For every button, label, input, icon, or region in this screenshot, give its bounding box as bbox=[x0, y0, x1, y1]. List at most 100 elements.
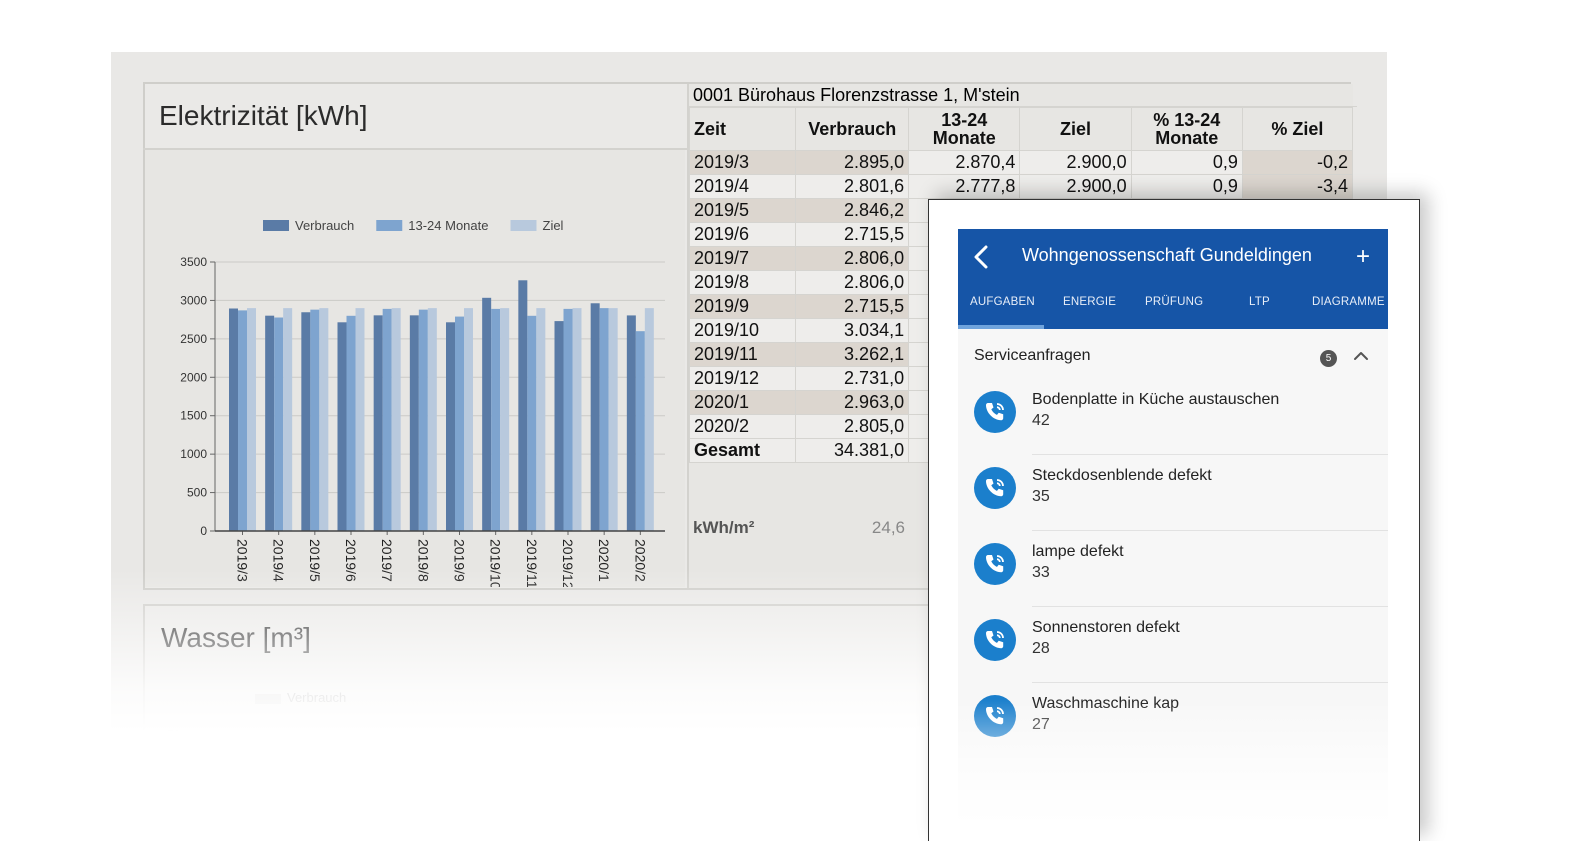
bar-verbrauch bbox=[446, 322, 455, 531]
chart-svg: Verbrauch 13-24 Monate Ziel 0 500 1000 1500 200… bbox=[180, 218, 665, 587]
row-period: 2020/2 bbox=[688, 414, 797, 439]
row-period: 2019/3 bbox=[688, 150, 797, 175]
request-number: 27 bbox=[1032, 716, 1050, 733]
tab-pruefung[interactable]: PRÜFUNG bbox=[1145, 296, 1203, 308]
tab-ltp[interactable]: LTP bbox=[1249, 296, 1270, 308]
request-title: Steckdosenblende defekt bbox=[1032, 467, 1212, 484]
water-legend-label: Verbrauch bbox=[287, 690, 347, 705]
water-y-tick: 50 bbox=[167, 728, 180, 732]
bar-ziel bbox=[464, 308, 473, 531]
row-value: -0,2 bbox=[1241, 150, 1354, 175]
bar-verbrauch bbox=[626, 315, 636, 531]
property-name: 0001 Bürohaus Florenzstrasse 1, M'stein bbox=[689, 84, 1357, 107]
bar-13-24-monate bbox=[635, 331, 645, 531]
row-value: 2.870,4 bbox=[908, 150, 1021, 175]
row-value: 0,9 bbox=[1130, 150, 1243, 175]
bar-13-24-monate bbox=[599, 308, 609, 531]
bar-verbrauch bbox=[482, 297, 492, 531]
water-title: Wasser [m³] bbox=[161, 622, 311, 653]
col-header-verbrauch: Verbrauch bbox=[795, 107, 910, 151]
bar-verbrauch bbox=[337, 322, 347, 531]
legend-swatch bbox=[376, 220, 403, 231]
request-title: Sonnenstoren defekt bbox=[1032, 619, 1180, 636]
row-period: 2019/12 bbox=[688, 366, 797, 391]
x-tick-label: 2019/11 bbox=[524, 539, 540, 587]
y-tick-label: 3000 bbox=[180, 293, 207, 307]
tab-energie[interactable]: ENERGIE bbox=[1063, 296, 1116, 308]
mobile-app: Wohngenossenschaft Gundeldingen + AUFGAB… bbox=[958, 229, 1388, 841]
x-tick-label: 2019/10 bbox=[488, 539, 504, 587]
service-request-item[interactable]: Sonnenstoren defekt 28 bbox=[958, 607, 1388, 683]
row-period: 2019/5 bbox=[688, 198, 797, 223]
app-title: Wohngenossenschaft Gundeldingen bbox=[1022, 245, 1312, 265]
x-tick-label: 2019/3 bbox=[235, 539, 251, 582]
request-number: 33 bbox=[1032, 564, 1050, 581]
row-period: 2019/9 bbox=[688, 294, 797, 319]
legend-label: Ziel bbox=[543, 218, 564, 233]
table-header-row: Zeit Verbrauch 13-24 Monate Ziel % 13-24… bbox=[688, 107, 1354, 151]
col-header-pct-13-24: % 13-24 Monate bbox=[1130, 107, 1243, 151]
bar-13-24-monate bbox=[382, 308, 392, 531]
back-arrow-icon[interactable] bbox=[970, 243, 994, 271]
bar-ziel bbox=[572, 308, 582, 531]
service-requests-header[interactable]: Serviceanfragen 5 bbox=[958, 345, 1388, 371]
request-number: 35 bbox=[1032, 488, 1050, 505]
y-tick-label: 2500 bbox=[180, 332, 207, 346]
bar-13-24-monate bbox=[455, 316, 464, 531]
bar-ziel bbox=[500, 308, 510, 531]
row-value: -3,4 bbox=[1241, 174, 1354, 199]
row-value: 2.900,0 bbox=[1019, 174, 1132, 199]
section-title: Serviceanfragen bbox=[974, 347, 1091, 364]
row-period: 2019/4 bbox=[688, 174, 797, 199]
x-tick-label: 2019/7 bbox=[379, 539, 395, 582]
row-value: 2.715,5 bbox=[795, 222, 910, 247]
request-title: lampe defekt bbox=[1032, 543, 1124, 560]
table-row: 2019/4 2.801,6 2.777,8 2.900,0 0,9 -3,4 bbox=[688, 174, 1354, 199]
row-value: 2.846,2 bbox=[795, 198, 910, 223]
row-period: 2019/11 bbox=[688, 342, 797, 367]
legend-label: Verbrauch bbox=[295, 218, 354, 233]
y-tick-label: 1000 bbox=[180, 447, 207, 461]
row-period: 2019/8 bbox=[688, 270, 797, 295]
row-value: 2.900,0 bbox=[1019, 150, 1132, 175]
service-request-item[interactable]: Waschmaschine kap 27 bbox=[958, 683, 1388, 759]
bar-13-24-monate bbox=[274, 317, 284, 531]
row-value: 2.806,0 bbox=[795, 246, 910, 271]
x-tick-label: 2019/9 bbox=[452, 539, 468, 582]
row-value: 2.895,0 bbox=[795, 150, 910, 175]
tab-diagramme[interactable]: DIAGRAMME bbox=[1312, 296, 1385, 308]
total-label: Gesamt bbox=[688, 438, 797, 463]
phone-mockup: Wohngenossenschaft Gundeldingen + AUFGAB… bbox=[928, 199, 1420, 841]
y-tick-label: 500 bbox=[187, 486, 207, 500]
bar-verbrauch bbox=[229, 308, 238, 531]
tab-aufgaben[interactable]: AUFGABEN bbox=[970, 296, 1035, 308]
bar-ziel bbox=[247, 308, 256, 531]
bar-ziel bbox=[355, 308, 365, 531]
chevron-up-icon[interactable] bbox=[1352, 347, 1370, 365]
legend-label: 13-24 Monate bbox=[408, 218, 488, 233]
bar-ziel bbox=[608, 308, 618, 531]
table-row: 2019/3 2.895,0 2.870,4 2.900,0 0,9 -0,2 bbox=[688, 150, 1354, 175]
bar-verbrauch bbox=[518, 280, 528, 531]
y-tick-label: 1500 bbox=[180, 409, 207, 423]
service-request-item[interactable]: lampe defekt 33 bbox=[958, 531, 1388, 607]
add-icon[interactable]: + bbox=[1356, 243, 1370, 271]
col-header-zeit: Zeit bbox=[688, 107, 797, 151]
row-value: 2.806,0 bbox=[795, 270, 910, 295]
service-request-item[interactable]: Bodenplatte in Küche austauschen 42 bbox=[958, 379, 1388, 455]
row-value: 2.777,8 bbox=[908, 174, 1021, 199]
bar-ziel bbox=[644, 308, 654, 531]
row-period: 2019/6 bbox=[688, 222, 797, 247]
y-tick-label: 3500 bbox=[180, 255, 207, 269]
row-value: 3.034,1 bbox=[795, 318, 910, 343]
bar-ziel bbox=[283, 308, 293, 531]
y-tick-label: 2000 bbox=[180, 370, 207, 384]
col-header-13-24: 13-24 Monate bbox=[908, 107, 1021, 151]
bar-ziel bbox=[427, 308, 437, 531]
app-bar: Wohngenossenschaft Gundeldingen + AUFGAB… bbox=[958, 229, 1388, 329]
service-request-item[interactable]: Steckdosenblende defekt 35 bbox=[958, 455, 1388, 531]
kwh-value: 24,6 bbox=[871, 518, 905, 537]
bar-13-24-monate bbox=[527, 315, 537, 531]
request-title: Waschmaschine kap bbox=[1032, 695, 1180, 712]
water-legend: Verbrauch bbox=[255, 690, 346, 705]
